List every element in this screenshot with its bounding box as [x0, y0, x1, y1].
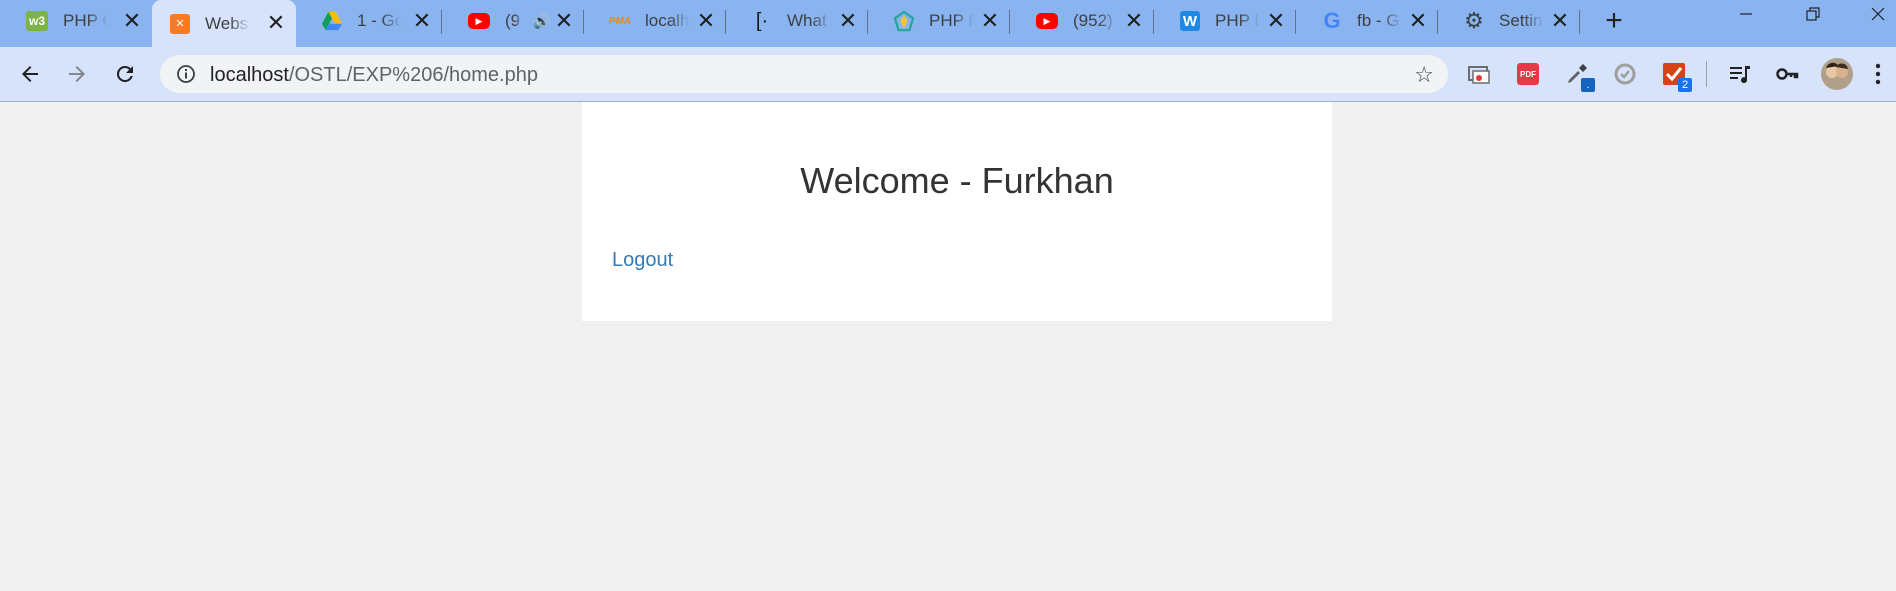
minimize-button[interactable] — [1726, 6, 1766, 30]
tab-title: Websi — [205, 13, 250, 33]
close-icon[interactable]: ✕ — [980, 10, 1000, 32]
w-icon: W — [1180, 11, 1200, 31]
tab-php-l[interactable]: W PHP L ✕ — [1154, 0, 1296, 42]
page-title: Welcome - Furkhan — [800, 160, 1114, 201]
pdf-icon: PDF — [1517, 63, 1539, 85]
reload-button[interactable] — [111, 60, 139, 88]
back-button[interactable] — [16, 60, 44, 88]
new-tab-button[interactable]: + — [1600, 6, 1628, 36]
logout-link[interactable]: Logout — [612, 249, 673, 272]
extension-todo[interactable]: 2 — [1662, 62, 1692, 92]
reload-icon — [116, 65, 133, 82]
extension-grey[interactable] — [1613, 62, 1637, 86]
close-icon[interactable]: ✕ — [838, 10, 858, 32]
tab-strip: w3 PHP C ✕ ✕ Websi ✕ 1 - Go ✕ ▶ (9 🔊 ✕ P… — [0, 0, 1896, 47]
tab-fb-google[interactable]: G fb - G ✕ — [1296, 0, 1438, 42]
extension-pdf[interactable]: PDF — [1516, 62, 1540, 86]
youtube-icon: ▶ — [468, 13, 490, 29]
close-icon[interactable]: ✕ — [1124, 10, 1144, 32]
address-bar[interactable]: localhost/OSTL/EXP%206/home.php ☆ — [160, 55, 1448, 93]
key-icon — [1776, 68, 1799, 80]
bookmark-star-icon[interactable]: ☆ — [1414, 62, 1434, 88]
tab-youtube[interactable]: ▶ (952) ✕ — [1010, 0, 1154, 42]
tab-separator — [1579, 10, 1580, 34]
more-vert-icon — [1875, 63, 1881, 85]
close-icon[interactable]: ✕ — [1408, 10, 1428, 32]
media-controls-button[interactable] — [1728, 62, 1752, 86]
w3schools-icon: w3 — [26, 11, 48, 31]
close-icon[interactable]: ✕ — [412, 10, 432, 32]
profile-avatar-icon — [1821, 58, 1853, 90]
playlist-icon — [1730, 66, 1750, 84]
tab-google-drive[interactable]: 1 - Go ✕ — [296, 0, 442, 42]
forward-arrow-icon — [69, 66, 85, 82]
cast-extension-icon — [1468, 66, 1490, 84]
tab-what[interactable]: [· What ✕ — [726, 0, 868, 42]
tab-title: localh — [645, 11, 690, 30]
passwords-button[interactable] — [1775, 62, 1799, 86]
youtube-icon: ▶ — [1036, 13, 1058, 29]
tab-title: What — [787, 11, 827, 30]
tab-title: PHP L — [1215, 11, 1260, 30]
gear-icon: ⚙ — [1464, 8, 1484, 33]
tab-websi[interactable]: ✕ Websi ✕ — [152, 0, 296, 47]
url-text[interactable]: localhost/OSTL/EXP%206/home.php — [210, 64, 538, 87]
phpmyadmin-icon: PMA — [608, 15, 632, 27]
url-host: localhost — [210, 64, 289, 86]
tab-title: 1 - Go — [357, 11, 402, 30]
tab-youtube-audio[interactable]: ▶ (9 🔊 ✕ — [442, 0, 584, 42]
forward-button[interactable] — [63, 60, 91, 88]
back-arrow-icon — [22, 66, 38, 82]
restore-button[interactable] — [1793, 6, 1833, 30]
google-drive-icon — [322, 11, 342, 31]
svg-text:PDF: PDF — [1520, 70, 1536, 79]
extension-color-picker[interactable]: . — [1565, 62, 1595, 92]
close-icon[interactable]: ✕ — [122, 10, 142, 32]
brackets-icon: [· — [755, 9, 769, 32]
toolbar: localhost/OSTL/EXP%206/home.php ☆ PDF . … — [0, 47, 1896, 102]
close-window-button[interactable] — [1860, 6, 1896, 30]
restore-icon — [1806, 7, 1820, 21]
tab-title: Settin — [1499, 11, 1543, 30]
tab-title: (952) — [1073, 11, 1113, 30]
google-icon: G — [1323, 8, 1341, 33]
php-r-icon — [894, 10, 914, 32]
close-icon[interactable]: ✕ — [1550, 10, 1570, 32]
circular-extension-icon — [1614, 63, 1636, 85]
tab-php-c[interactable]: w3 PHP C ✕ — [0, 0, 152, 42]
extension-badge: 2 — [1678, 78, 1692, 92]
close-window-icon — [1871, 7, 1885, 21]
url-path: /OSTL/EXP%206/home.php — [288, 64, 538, 86]
close-icon[interactable]: ✕ — [266, 12, 286, 34]
tab-settings[interactable]: ⚙ Settin ✕ — [1438, 0, 1580, 42]
welcome-panel: Welcome - Furkhan Logout — [582, 102, 1332, 321]
info-icon[interactable] — [176, 64, 196, 84]
tab-title: PHP C — [63, 11, 108, 30]
close-icon[interactable]: ✕ — [1266, 10, 1286, 32]
extension-badge: . — [1581, 78, 1595, 92]
tab-localhost-pma[interactable]: PMA localh ✕ — [584, 0, 726, 42]
minimize-icon — [1740, 13, 1752, 15]
tab-title: PHP R — [929, 11, 974, 30]
close-icon[interactable]: ✕ — [696, 10, 716, 32]
toolbar-separator — [1706, 61, 1707, 87]
close-icon[interactable]: ✕ — [554, 10, 574, 32]
speaker-icon[interactable]: 🔊 — [533, 13, 550, 30]
extension-cast[interactable] — [1467, 62, 1491, 86]
tab-title: fb - G — [1357, 11, 1400, 30]
tab-php-r[interactable]: PHP R ✕ — [868, 0, 1010, 42]
tab-title: (9 — [505, 11, 521, 30]
avatar[interactable] — [1820, 57, 1854, 91]
chrome-menu-button[interactable] — [1870, 62, 1886, 86]
xampp-icon: ✕ — [170, 13, 190, 34]
